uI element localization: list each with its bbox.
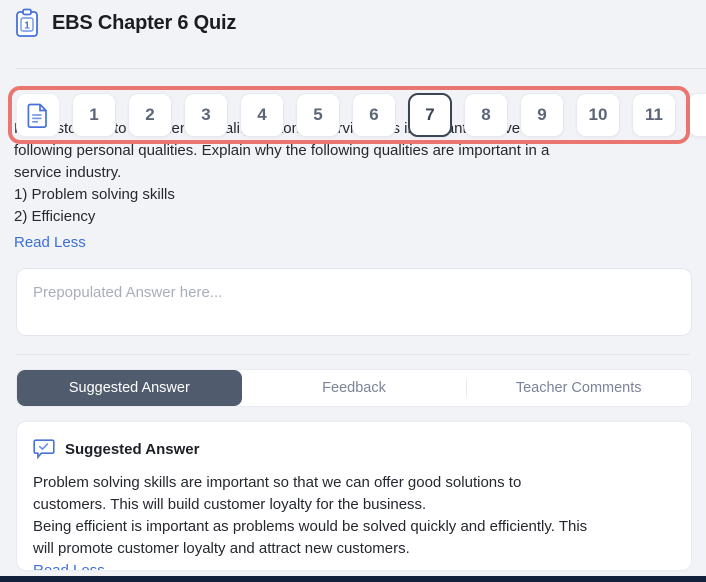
nav-item-4[interactable]: 4 xyxy=(240,93,284,137)
document-icon xyxy=(27,103,47,128)
nav-item-5[interactable]: 5 xyxy=(296,93,340,137)
tab-teacher-comments[interactable]: Teacher Comments xyxy=(466,370,691,406)
suggested-answer-card: Suggested Answer Problem solving skills … xyxy=(16,421,692,571)
nav-item-3[interactable]: 3 xyxy=(184,93,228,137)
nav-item-8[interactable]: 8 xyxy=(464,93,508,137)
bottom-status-bar xyxy=(0,576,706,582)
question-line: following personal qualities. Explain wh… xyxy=(14,142,550,159)
nav-item-2[interactable]: 2 xyxy=(128,93,172,137)
tab-suggested-answer[interactable]: Suggested Answer xyxy=(17,370,242,406)
answer-input[interactable]: Prepopulated Answer here... xyxy=(16,268,692,336)
question-line: 2) Efficiency xyxy=(14,208,96,225)
question-read-less-link[interactable]: Read Less xyxy=(14,232,86,254)
question-line: 1) Problem solving skills xyxy=(14,186,175,203)
svg-text:1: 1 xyxy=(24,20,30,31)
nav-connector-line xyxy=(16,68,706,69)
section-divider xyxy=(16,354,690,355)
suggested-answer-read-less-link[interactable]: Read Less xyxy=(33,560,105,570)
suggested-answer-line: will promote customer loyalty and attrac… xyxy=(33,540,410,557)
answer-tabs: Suggested Answer Feedback Teacher Commen… xyxy=(16,369,692,407)
question-navigation: 1 2 3 4 5 6 7 8 9 10 11 xyxy=(0,44,706,144)
tab-feedback[interactable]: Feedback xyxy=(242,370,467,406)
nav-item-11[interactable]: 11 xyxy=(632,93,676,137)
suggested-answer-line: Problem solving skills are important so … xyxy=(33,474,522,491)
suggested-answer-line: customers. This will build customer loya… xyxy=(33,496,427,513)
suggested-answer-text: Problem solving skills are important so … xyxy=(33,472,675,560)
suggested-answer-title: Suggested Answer xyxy=(65,440,200,458)
page-header: 1 EBS Chapter 6 Quiz xyxy=(0,0,706,44)
question-line: service industry. xyxy=(14,164,122,181)
speech-bubble-check-icon xyxy=(33,439,55,460)
suggested-answer-header: Suggested Answer xyxy=(33,438,675,460)
page-title: EBS Chapter 6 Quiz xyxy=(52,12,237,34)
clipboard-one-icon: 1 xyxy=(14,8,40,38)
nav-item-10[interactable]: 10 xyxy=(576,93,620,137)
nav-item-partial[interactable] xyxy=(688,93,706,137)
suggested-answer-line: Being efficient is important as problems… xyxy=(33,518,588,535)
nav-item-overview[interactable] xyxy=(16,93,60,137)
question-nav-strip[interactable]: 1 2 3 4 5 6 7 8 9 10 11 xyxy=(0,90,706,140)
nav-item-6[interactable]: 6 xyxy=(352,93,396,137)
nav-item-7-current[interactable]: 7 xyxy=(408,93,452,137)
nav-item-1[interactable]: 1 xyxy=(72,93,116,137)
nav-item-9[interactable]: 9 xyxy=(520,93,564,137)
